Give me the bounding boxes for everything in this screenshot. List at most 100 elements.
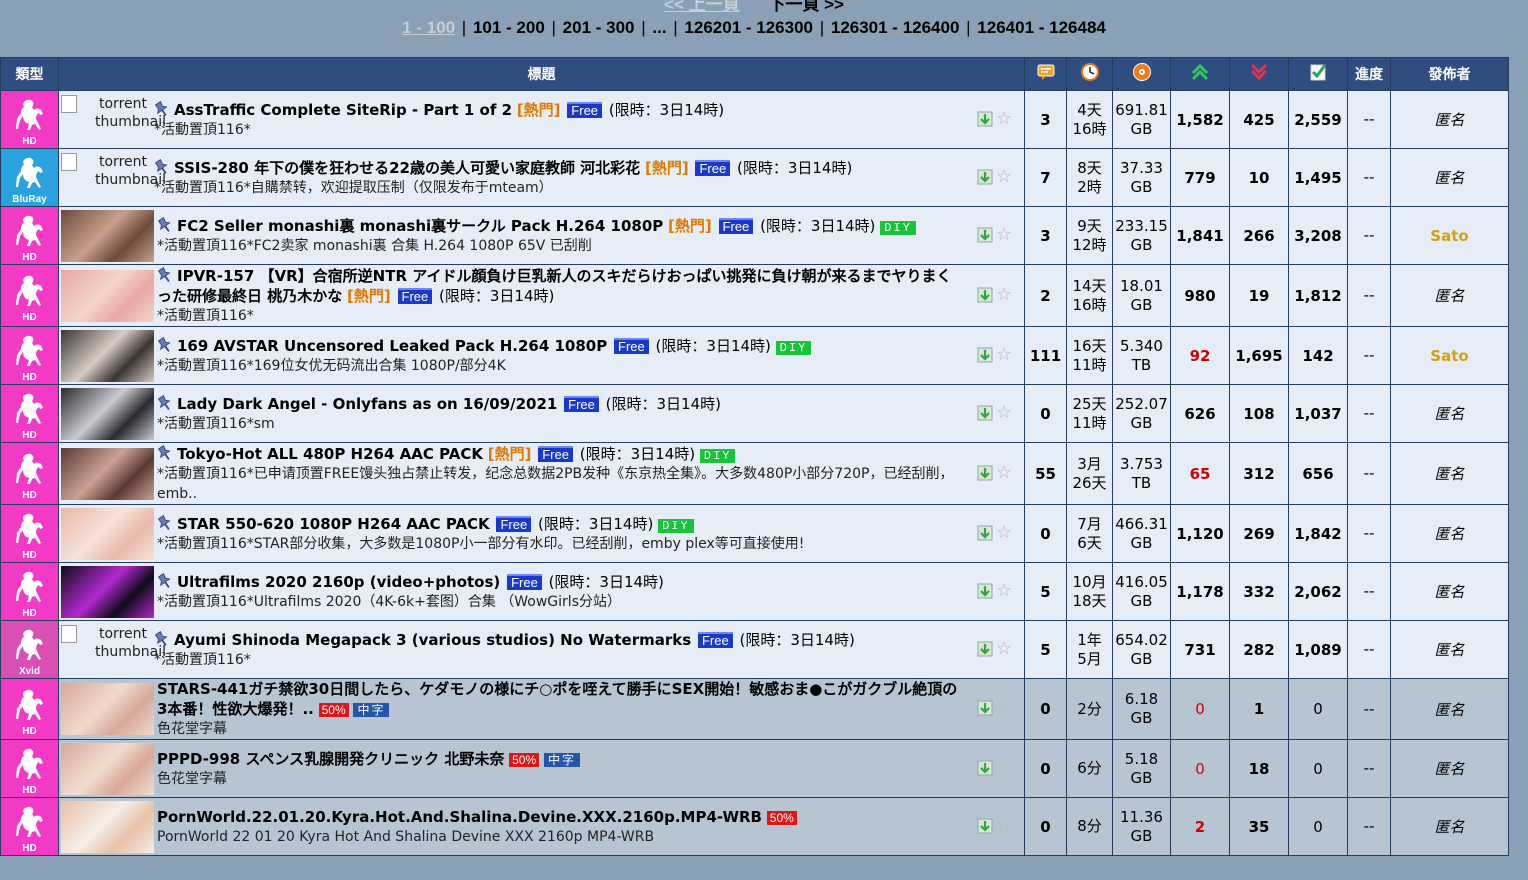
page-link[interactable]: 201 - 300 <box>563 18 635 37</box>
comments-count[interactable]: 2 <box>1024 264 1067 327</box>
completed-count[interactable]: 0 <box>1288 678 1348 740</box>
category-cell[interactable]: HD <box>0 326 59 385</box>
completed-count[interactable]: 1,037 <box>1288 384 1348 443</box>
category-cell[interactable]: HD <box>0 797 59 856</box>
thumbnail-image[interactable] <box>61 742 154 795</box>
seeders-count[interactable]: 779 <box>1170 148 1230 207</box>
download-icon[interactable] <box>976 168 994 186</box>
completed-count[interactable]: 0 <box>1288 739 1348 798</box>
completed-count[interactable]: 656 <box>1288 442 1348 505</box>
prev-page-link[interactable]: << 上一頁 <box>664 0 740 14</box>
category-cell[interactable]: Xvid <box>0 620 59 679</box>
thumbnail-image[interactable] <box>61 447 154 500</box>
comments-count[interactable]: 0 <box>1024 739 1067 798</box>
category-cell[interactable]: HD <box>0 562 59 621</box>
next-page-link[interactable]: 下一頁 >> <box>768 0 844 14</box>
seeders-count[interactable]: 980 <box>1170 264 1230 327</box>
leechers-count[interactable]: 312 <box>1229 442 1289 505</box>
leechers-count[interactable]: 18 <box>1229 739 1289 798</box>
uploader-name[interactable]: Sato <box>1390 206 1509 265</box>
bookmark-star-icon[interactable]: ☆ <box>996 284 1012 305</box>
header-completed[interactable] <box>1288 57 1348 91</box>
header-category[interactable]: 類型 <box>0 57 59 91</box>
completed-count[interactable]: 0 <box>1288 797 1348 856</box>
category-cell[interactable]: HD <box>0 678 59 740</box>
torrent-title-link[interactable]: Lady Dark Angel - Onlyfans as on 16/09/2… <box>177 395 557 413</box>
header-progress[interactable]: 進度 <box>1347 57 1391 91</box>
page-link[interactable]: 126401 - 126484 <box>977 18 1106 37</box>
leechers-count[interactable]: 19 <box>1229 264 1289 327</box>
download-icon[interactable] <box>976 286 994 304</box>
category-cell[interactable]: HD <box>0 384 59 443</box>
bookmark-star-icon[interactable]: ☆ <box>996 698 1012 718</box>
download-icon[interactable] <box>976 110 994 128</box>
thumbnail-image[interactable] <box>61 329 154 382</box>
bookmark-star-icon[interactable]: ☆ <box>996 224 1012 245</box>
header-leechers[interactable] <box>1229 57 1289 91</box>
thumbnail-image[interactable] <box>61 269 154 322</box>
category-cell[interactable]: BluRay <box>0 148 59 207</box>
leechers-count[interactable]: 1,695 <box>1229 326 1289 385</box>
bookmark-star-icon[interactable]: ☆ <box>996 757 1012 778</box>
category-cell[interactable]: HD <box>0 504 59 563</box>
page-link[interactable]: 101 - 200 <box>473 18 545 37</box>
completed-count[interactable]: 2,559 <box>1288 90 1348 149</box>
completed-count[interactable]: 1,812 <box>1288 264 1348 327</box>
category-cell[interactable]: HD <box>0 206 59 265</box>
bookmark-star-icon[interactable]: ☆ <box>996 166 1012 187</box>
header-size[interactable] <box>1112 57 1171 91</box>
torrent-title-link[interactable]: PornWorld.22.01.20.Kyra.Hot.And.Shalina.… <box>157 808 762 826</box>
seeders-count[interactable]: 626 <box>1170 384 1230 443</box>
seeders-count[interactable]: 0 <box>1170 739 1230 798</box>
torrent-title-link[interactable]: AssTraffic Complete SiteRip - Part 1 of … <box>174 101 512 119</box>
torrent-title-link[interactable]: STAR 550-620 1080P H264 AAC PACK <box>177 515 490 533</box>
comments-count[interactable]: 5 <box>1024 620 1067 679</box>
comments-count[interactable]: 7 <box>1024 148 1067 207</box>
seeders-count[interactable]: 1,178 <box>1170 562 1230 621</box>
torrent-title-link[interactable]: Ultrafilms 2020 2160p (video+photos) <box>177 573 500 591</box>
comments-count[interactable]: 0 <box>1024 384 1067 443</box>
seeders-count[interactable]: 0 <box>1170 678 1230 740</box>
comments-count[interactable]: 5 <box>1024 562 1067 621</box>
torrent-title-link[interactable]: Tokyo-Hot ALL 480P H264 AAC PACK <box>177 445 483 463</box>
page-link-current[interactable]: 1 - 100 <box>402 18 455 37</box>
uploader-name[interactable]: Sato <box>1390 326 1509 385</box>
torrent-title-link[interactable]: SSIS-280 年下の僕を狂わせる22歳の美人可愛い家庭教師 河北彩花 <box>174 159 640 177</box>
header-title[interactable]: 標題 <box>58 57 1025 91</box>
download-icon[interactable] <box>976 759 994 777</box>
leechers-count[interactable]: 269 <box>1229 504 1289 563</box>
seeders-count[interactable]: 1,582 <box>1170 90 1230 149</box>
torrent-title-link[interactable]: Ayumi Shinoda Megapack 3 (various studio… <box>174 631 691 649</box>
leechers-count[interactable]: 282 <box>1229 620 1289 679</box>
category-cell[interactable]: HD <box>0 90 59 149</box>
download-icon[interactable] <box>976 524 994 542</box>
thumbnail-image[interactable] <box>61 209 154 262</box>
thumbnail-image[interactable] <box>61 387 154 440</box>
completed-count[interactable]: 1,089 <box>1288 620 1348 679</box>
download-icon[interactable] <box>976 699 994 717</box>
thumbnail-image[interactable] <box>61 507 154 560</box>
completed-count[interactable]: 1,842 <box>1288 504 1348 563</box>
header-seeders[interactable] <box>1170 57 1230 91</box>
torrent-title-link[interactable]: STARS-441ガチ禁欲30日間したら、ケダモノの様にチ○ポを咥えて勝手にSE… <box>157 680 957 718</box>
bookmark-star-icon[interactable]: ☆ <box>996 462 1012 483</box>
bookmark-star-icon[interactable]: ☆ <box>996 522 1012 543</box>
comments-count[interactable]: 3 <box>1024 206 1067 265</box>
leechers-count[interactable]: 425 <box>1229 90 1289 149</box>
seeders-count[interactable]: 731 <box>1170 620 1230 679</box>
comments-count[interactable]: 111 <box>1024 326 1067 385</box>
bookmark-star-icon[interactable]: ☆ <box>996 108 1012 129</box>
header-comments[interactable] <box>1024 57 1067 91</box>
leechers-count[interactable]: 1 <box>1229 678 1289 740</box>
header-time[interactable] <box>1066 57 1113 91</box>
header-uploader[interactable]: 發佈者 <box>1390 57 1509 91</box>
seeders-count[interactable]: 92 <box>1170 326 1230 385</box>
completed-count[interactable]: 1,495 <box>1288 148 1348 207</box>
completed-count[interactable]: 142 <box>1288 326 1348 385</box>
download-icon[interactable] <box>976 464 994 482</box>
bookmark-star-icon[interactable]: ☆ <box>996 815 1012 836</box>
leechers-count[interactable]: 332 <box>1229 562 1289 621</box>
category-cell[interactable]: HD <box>0 442 59 505</box>
leechers-count[interactable]: 10 <box>1229 148 1289 207</box>
leechers-count[interactable]: 266 <box>1229 206 1289 265</box>
